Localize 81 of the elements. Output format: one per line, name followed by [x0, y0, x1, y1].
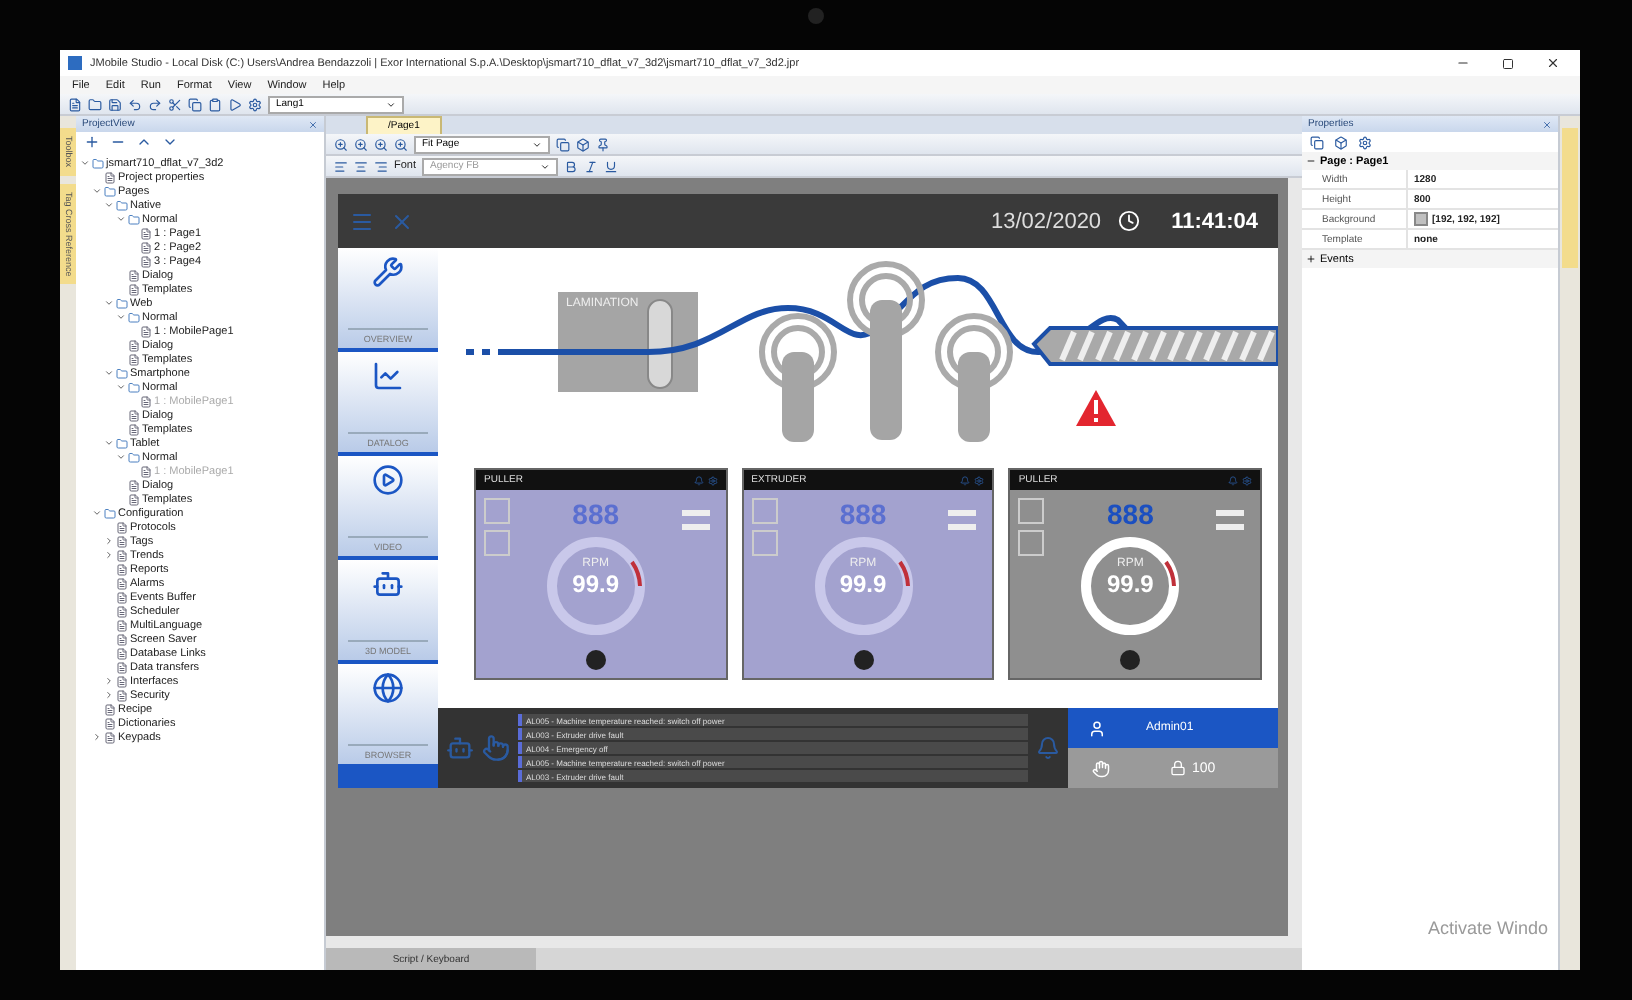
- zoom-icon[interactable]: [374, 137, 388, 151]
- level-bar: [1216, 510, 1245, 516]
- run-icon[interactable]: [228, 97, 242, 111]
- bell-icon: [960, 475, 971, 485]
- align-right-icon[interactable]: [374, 159, 388, 173]
- copy-icon[interactable]: [1310, 135, 1324, 149]
- gear-icon: [974, 475, 985, 485]
- copy-icon[interactable]: [556, 137, 570, 151]
- align-center-icon[interactable]: [354, 159, 368, 173]
- caret-icon[interactable]: [540, 161, 551, 171]
- small-button[interactable]: [1018, 498, 1045, 524]
- play-icon: [372, 464, 404, 496]
- paste-icon[interactable]: [208, 97, 222, 111]
- time-text: 11:41:04: [1171, 209, 1258, 233]
- underline-icon[interactable]: [604, 159, 619, 173]
- folder-icon: [92, 157, 104, 169]
- new-file-icon[interactable]: [68, 97, 82, 111]
- settings-icon[interactable]: [248, 97, 262, 111]
- shape-icon[interactable]: [1334, 135, 1348, 149]
- rpm-value: 99.9: [572, 570, 620, 598]
- horizontal-scrollbar[interactable]: [326, 936, 1302, 948]
- save-icon[interactable]: [108, 97, 122, 111]
- bell-icon: [1228, 475, 1239, 485]
- add-icon[interactable]: [84, 134, 100, 150]
- zoom-icon[interactable]: [354, 137, 368, 151]
- undo-icon[interactable]: [128, 97, 142, 111]
- caret-icon[interactable]: [386, 99, 396, 109]
- lock-icon: [1170, 760, 1186, 776]
- level-bar: [681, 524, 710, 530]
- chart-icon: [372, 360, 404, 392]
- shape-icon[interactable]: [576, 137, 590, 151]
- close-icon[interactable]: [1546, 56, 1560, 70]
- vertical-scrollbar[interactable]: [1288, 178, 1302, 936]
- collapse-icon[interactable]: [1306, 156, 1316, 166]
- robot-icon: [446, 734, 474, 762]
- zoom-in-icon[interactable]: [334, 137, 348, 151]
- zoom-icon[interactable]: [394, 137, 408, 151]
- pin-icon[interactable]: [596, 137, 610, 151]
- folder-icon: [104, 507, 116, 519]
- gauge-ring-icon: [1078, 534, 1183, 638]
- menu-dot-button[interactable]: [853, 650, 873, 670]
- clock-icon: [1117, 210, 1140, 232]
- gauge-ring-icon: [811, 534, 915, 638]
- maximize-icon[interactable]: [1502, 57, 1514, 69]
- caret-icon[interactable]: [532, 139, 542, 149]
- menu-dot-button[interactable]: [585, 650, 606, 670]
- setpoint-value: 888: [839, 498, 887, 530]
- gear-icon: [707, 475, 718, 485]
- bold-icon[interactable]: [564, 159, 579, 173]
- gauge-ring-icon: [543, 534, 648, 638]
- folder-icon[interactable]: [88, 97, 102, 111]
- app-icon: [68, 56, 82, 70]
- align-left-icon[interactable]: [334, 159, 348, 173]
- setpoint-value: 888: [1107, 498, 1154, 530]
- user-icon: [1088, 719, 1106, 737]
- setpoint-value: 888: [572, 498, 620, 530]
- camera-icon: [808, 8, 824, 24]
- document-icon: [104, 171, 116, 183]
- copy-icon[interactable]: [188, 97, 202, 111]
- redo-icon[interactable]: [148, 97, 162, 111]
- settings-icon[interactable]: [1358, 135, 1372, 149]
- hand-icon: [1092, 759, 1110, 777]
- globe-icon: [372, 672, 404, 704]
- level-bar: [948, 510, 977, 516]
- rpm-value: 99.9: [839, 570, 887, 598]
- hand-pointer-icon: [482, 734, 510, 762]
- level-bar: [681, 510, 710, 516]
- bell-icon: [693, 475, 704, 485]
- gear-icon: [1242, 475, 1253, 485]
- level-bar: [948, 524, 977, 530]
- rpm-value: 99.9: [1107, 570, 1154, 598]
- activation-notice: Activate Windo: [1427, 918, 1548, 938]
- expand-icon[interactable]: [1306, 254, 1316, 264]
- minimize-icon[interactable]: [1456, 56, 1470, 70]
- date-text: 13/02/2020: [991, 209, 1102, 233]
- level-bar: [1216, 524, 1245, 530]
- italic-icon[interactable]: [584, 159, 599, 173]
- menu-dot-button[interactable]: [1120, 650, 1141, 670]
- warning-icon: [1074, 388, 1118, 428]
- small-button[interactable]: [1018, 530, 1045, 556]
- cut-icon[interactable]: [168, 97, 182, 111]
